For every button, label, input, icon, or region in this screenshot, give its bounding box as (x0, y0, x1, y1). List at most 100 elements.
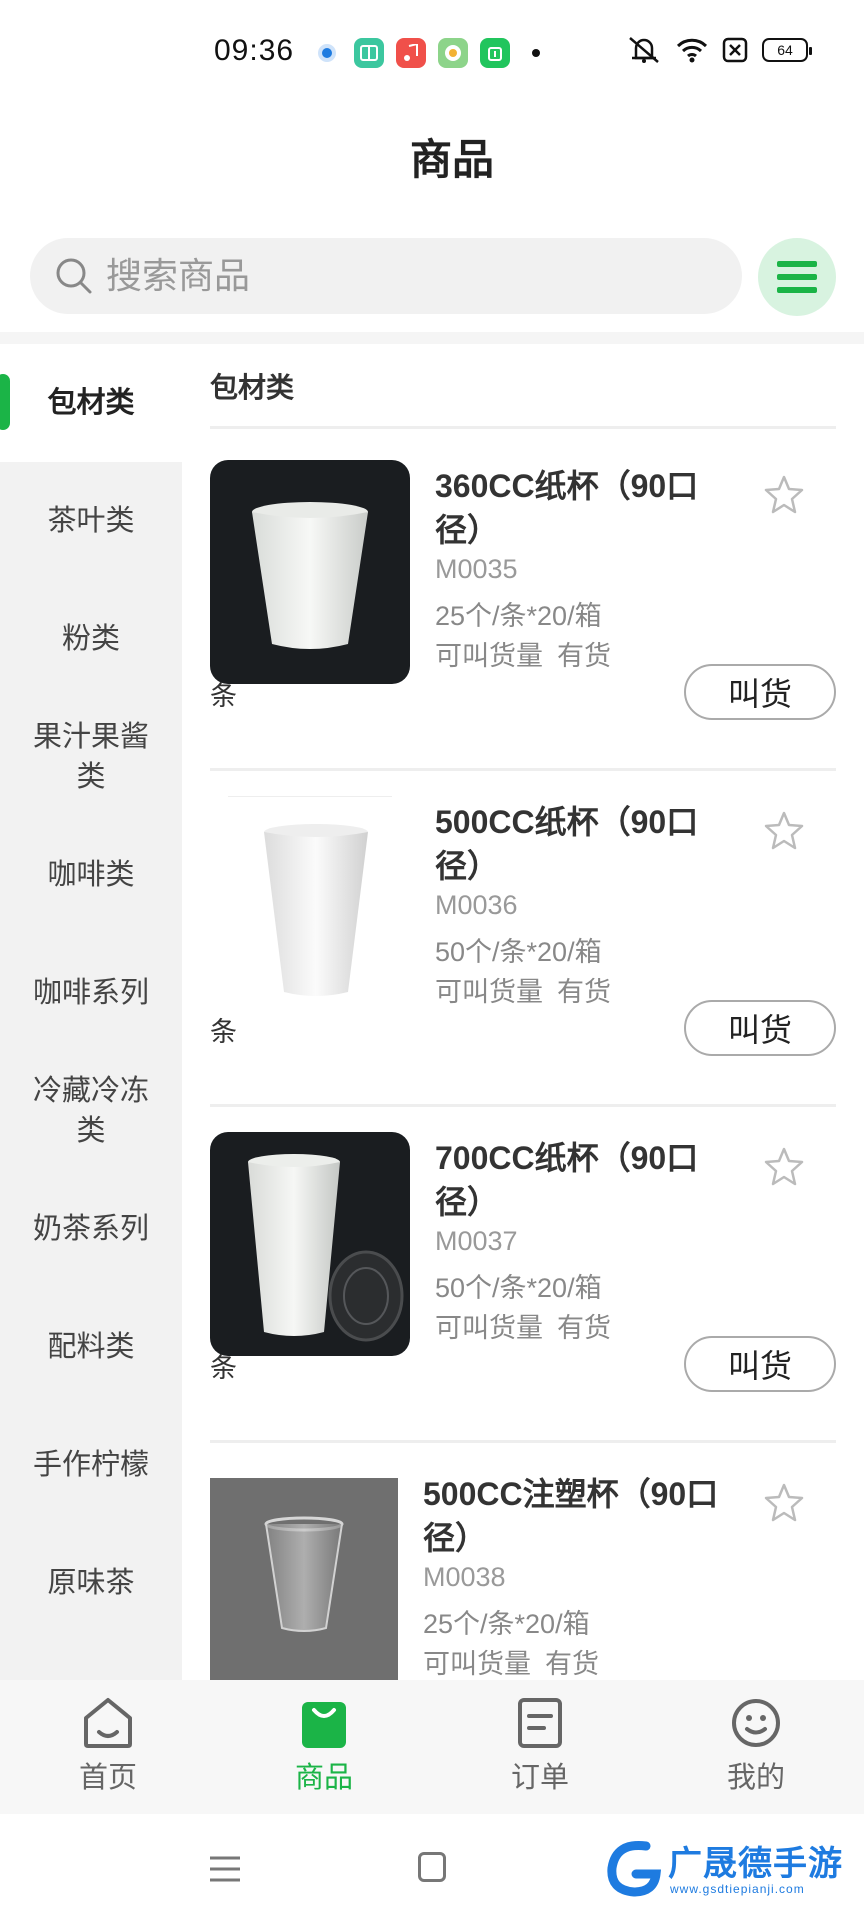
product-card[interactable]: 360CC纸杯（90口径） M0035 25个/条*20/箱 可叫货量 有货 条 … (210, 434, 836, 771)
sidebar-item-label: 咖啡系列 (32, 977, 149, 1009)
star-icon[interactable] (764, 1146, 804, 1186)
sidebar-item-lemon[interactable]: 手作柠檬 (0, 1406, 182, 1524)
divider (210, 426, 836, 429)
sidebar-item-juice-jam[interactable]: 果汁果酱类 (0, 698, 182, 816)
product-code: M0036 (435, 890, 518, 920)
wifi-icon (676, 38, 708, 63)
order-button[interactable]: 叫货 (684, 664, 836, 720)
stock-label: 可叫货量 (423, 1649, 531, 1679)
sidebar-item-label: 咖啡类 (47, 859, 135, 891)
sidebar-item-ingredients[interactable]: 配料类 (0, 1288, 182, 1406)
nav-products[interactable]: 商品 (216, 1680, 432, 1814)
stock-label: 可叫货量 (435, 1313, 543, 1343)
stock-value: 有货 (557, 1313, 611, 1343)
order-button[interactable]: 叫货 (684, 1336, 836, 1392)
music-app-icon (396, 38, 426, 68)
unit-label: 条 (210, 1017, 237, 1047)
product-stock: 可叫货量 有货 (435, 634, 625, 673)
sidebar-item-label: 原味茶 (47, 1567, 135, 1599)
sidebar-item-frozen[interactable]: 冷藏冷冻类 (0, 1052, 182, 1170)
search-bar[interactable] (30, 238, 742, 314)
category-sidebar: 包材类 茶叶类 粉类 果汁果酱类 咖啡类 咖啡系列 冷藏冷冻类 奶茶系列 配料类… (0, 344, 182, 1680)
page-title: 商品 (409, 136, 494, 183)
sidebar-item-label: 包材类 (47, 387, 135, 419)
product-image[interactable] (210, 1132, 410, 1356)
battery-icon: 64 (762, 38, 812, 62)
product-spec: 50个/条*20/箱 (435, 1273, 602, 1303)
bottom-nav: 首页 商品 订单 我的 (0, 1680, 864, 1814)
nav-label: 我的 (726, 1762, 785, 1794)
sidebar-item-original-tea[interactable]: 原味茶 (0, 1524, 182, 1642)
sidebar-item-coffee-series[interactable]: 咖啡系列 (0, 934, 182, 1052)
shopping-bag-icon (302, 1702, 346, 1748)
product-spec: 25个/条*20/箱 (435, 601, 602, 631)
search-icon (56, 258, 92, 294)
sidebar-item-milk-tea[interactable]: 奶茶系列 (0, 1170, 182, 1288)
browser-app-icon (438, 38, 468, 68)
product-spec: 50个/条*20/箱 (435, 937, 602, 967)
star-icon[interactable] (764, 474, 804, 514)
divider (0, 332, 864, 344)
product-name: 360CC纸杯（90口径） (435, 468, 699, 548)
sidebar-item-label: 配料类 (47, 1331, 135, 1363)
sidebar-item-tea[interactable]: 茶叶类 (0, 462, 182, 580)
product-stock: 可叫货量 有货 (423, 1642, 613, 1680)
status-time: 09:36 (214, 34, 295, 67)
product-code: M0038 (423, 1562, 506, 1592)
order-button[interactable]: 叫货 (684, 1000, 836, 1056)
product-name: 700CC纸杯（90口径） (435, 1140, 699, 1220)
product-stock: 可叫货量 有货 (435, 1306, 625, 1345)
search-input[interactable] (106, 238, 706, 314)
sidebar-item-label: 手作柠檬 (32, 1449, 149, 1481)
notification-app-icon (354, 38, 384, 68)
home-button[interactable] (418, 1852, 446, 1882)
sidebar-item-label: 茶叶类 (47, 505, 135, 537)
nav-profile[interactable]: 我的 (648, 1680, 864, 1814)
recent-apps-icon[interactable] (210, 1854, 240, 1884)
product-list: 包材类 360CC纸杯（90口径） M0035 25个/条*20/箱 可叫货量有… (210, 344, 836, 1680)
sidebar-item-label: 奶茶系列 (32, 1213, 149, 1245)
home-icon (84, 1698, 132, 1748)
sidebar-item-powder[interactable]: 粉类 (0, 580, 182, 698)
notification-app-icon (312, 38, 342, 68)
sim-off-icon (722, 37, 748, 63)
category-menu-button[interactable] (758, 238, 836, 316)
nav-orders[interactable]: 订单 (432, 1680, 648, 1814)
shop-app-icon (480, 38, 510, 68)
product-image[interactable] (210, 460, 410, 684)
sidebar-item-coffee[interactable]: 咖啡类 (0, 816, 182, 934)
product-card[interactable]: 500CC纸杯（90口径） M0036 50个/条*20/箱 可叫货量 有货 条 … (210, 770, 836, 1107)
order-list-icon (518, 1698, 562, 1748)
active-indicator (0, 374, 10, 430)
watermark-url: www.gsdtiepianji.com (670, 1882, 805, 1896)
nav-label: 订单 (510, 1762, 569, 1794)
more-notifications-dot (532, 49, 540, 57)
sidebar-item-packaging[interactable]: 包材类 (0, 344, 182, 462)
mute-icon (629, 37, 659, 63)
status-bar: 09:36 64 (0, 0, 864, 100)
star-icon[interactable] (764, 810, 804, 850)
watermark: 广晟德手游 www.gsdtiepianji.com (606, 1834, 864, 1914)
product-image[interactable] (210, 796, 410, 1020)
product-code: M0035 (435, 554, 518, 584)
nav-home[interactable]: 首页 (0, 1680, 216, 1814)
star-icon[interactable] (764, 1482, 804, 1522)
sidebar-item-label: 果汁果酱类 (32, 721, 149, 793)
stock-label: 可叫货量 (435, 641, 543, 671)
sidebar-item-label: 粉类 (61, 623, 120, 655)
stock-value: 有货 (557, 977, 611, 1007)
product-stock: 可叫货量 有货 (435, 970, 625, 1009)
product-card[interactable]: 500CC注塑杯（90口径） M0038 25个/条*20/箱 可叫货量 有货 (210, 1442, 836, 1680)
product-image[interactable] (210, 1478, 398, 1680)
section-title: 包材类 (210, 372, 295, 403)
product-spec: 25个/条*20/箱 (423, 1609, 590, 1639)
nav-label: 首页 (78, 1762, 137, 1794)
product-code: M0037 (435, 1226, 518, 1256)
unit-label: 条 (210, 1353, 237, 1383)
nav-label: 商品 (294, 1762, 353, 1794)
product-name: 500CC注塑杯（90口径） (423, 1476, 719, 1556)
status-notification-icons (312, 38, 540, 68)
product-card[interactable]: 700CC纸杯（90口径） M0037 50个/条*20/箱 可叫货量 有货 条 … (210, 1106, 836, 1443)
stock-value: 有货 (545, 1649, 599, 1679)
smiley-icon (732, 1699, 780, 1747)
